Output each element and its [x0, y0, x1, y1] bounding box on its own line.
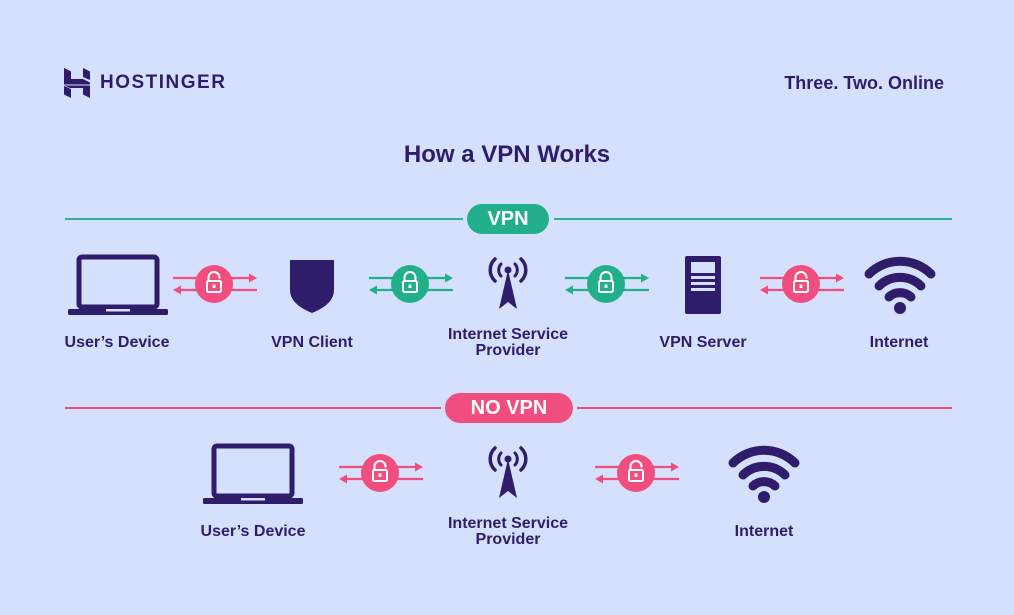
vpn-divider-right [554, 218, 952, 220]
padlock-circle [587, 265, 625, 303]
node-label-users-device: User’s Device [64, 334, 170, 351]
node-label-internet: Internet [869, 334, 929, 351]
arrow-left-head [369, 285, 377, 295]
connection-3 [563, 264, 651, 304]
padlock-circle [782, 265, 820, 303]
arrow-right-head [641, 273, 649, 283]
padlock-circle [617, 454, 655, 492]
vpn-divider-left [65, 218, 463, 220]
brand-name: HOSTINGER [100, 72, 227, 93]
connection-2 [367, 264, 455, 304]
arrow-left-head [760, 285, 768, 295]
connection-4 [758, 264, 846, 304]
node-label-isp: Internet Service Provider [418, 516, 598, 548]
novpn-section-badge: NO VPN [445, 393, 573, 423]
arrow-right-head [671, 462, 679, 472]
node-label-vpn-client: VPN Client [271, 334, 353, 351]
arrow-right-head [415, 462, 423, 472]
node-label-isp-line1: Internet Service [447, 326, 569, 343]
arrow-left-head [565, 285, 573, 295]
vpn-section-badge: VPN [467, 204, 549, 234]
arrow-right-head [836, 273, 844, 283]
laptop-icon [68, 254, 168, 316]
brand-logo: HOSTINGER [64, 68, 226, 98]
connection-1 [171, 264, 259, 304]
cell-tower-icon [481, 445, 535, 499]
arrow-left-head [339, 474, 347, 484]
padlock-circle [361, 454, 399, 492]
node-label-vpn-server: VPN Server [659, 334, 747, 351]
node-label-isp-line1: Internet Service [447, 515, 569, 532]
padlock-circle [195, 265, 233, 303]
arrow-right-head [249, 273, 257, 283]
node-label-isp: Internet Service Provider [418, 327, 598, 359]
hostinger-logo-icon [64, 68, 90, 98]
node-label-internet: Internet [734, 523, 794, 540]
arrow-left-head [595, 474, 603, 484]
tagline: Three. Two. Online [784, 73, 944, 93]
novpn-divider-right [577, 407, 952, 409]
arrow-left-head [173, 285, 181, 295]
node-label-isp-line2: Provider [475, 531, 541, 548]
shield-icon [288, 258, 336, 314]
wifi-icon [864, 256, 936, 314]
arrow-right-head [445, 273, 453, 283]
wifi-icon [728, 445, 800, 503]
novpn-divider-left [65, 407, 441, 409]
padlock-circle [391, 265, 429, 303]
cell-tower-icon [481, 256, 535, 310]
node-label-isp-line2: Provider [475, 342, 541, 359]
connection-2 [593, 453, 681, 493]
connection-1 [337, 453, 425, 493]
node-label-users-device: User’s Device [200, 523, 306, 540]
laptop-icon [203, 443, 303, 505]
diagram-title: How a VPN Works [403, 141, 611, 168]
server-icon [685, 256, 721, 314]
